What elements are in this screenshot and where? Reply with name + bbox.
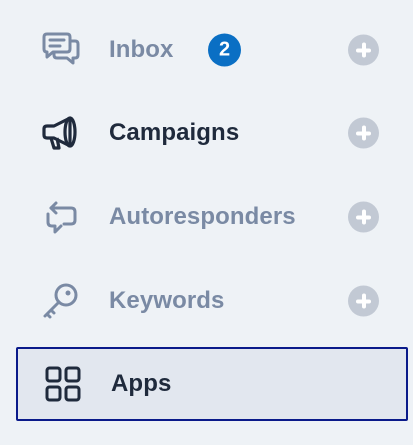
- add-inbox-button[interactable]: [348, 34, 379, 66]
- menu-item-keywords[interactable]: Keywords: [16, 264, 408, 338]
- menu-item-campaigns[interactable]: Campaigns: [16, 96, 408, 170]
- menu-item-label: Campaigns: [109, 119, 240, 146]
- menu-item-apps[interactable]: Apps: [16, 347, 408, 421]
- menu-item-inbox[interactable]: Inbox 2: [16, 13, 408, 87]
- menu-item-autoresponders[interactable]: Autoresponders: [16, 180, 408, 254]
- add-keyword-button[interactable]: [348, 285, 379, 317]
- apps-grid-icon: [42, 363, 84, 405]
- add-campaign-button[interactable]: [348, 117, 379, 149]
- menu-item-label: Keywords: [109, 287, 225, 314]
- key-icon: [40, 280, 82, 322]
- add-autoresponder-button[interactable]: [348, 201, 379, 233]
- menu-item-label: Inbox: [109, 36, 174, 63]
- unread-count-badge: 2: [208, 33, 241, 67]
- sidebar-menu: Inbox 2 Campaigns Autoresponders Keyword…: [0, 0, 413, 445]
- autoresponder-arrows-icon: [40, 196, 82, 238]
- menu-item-label: Apps: [111, 370, 172, 397]
- chat-bubbles-icon: [40, 29, 82, 71]
- megaphone-icon: [40, 112, 82, 154]
- menu-item-label: Autoresponders: [109, 203, 296, 230]
